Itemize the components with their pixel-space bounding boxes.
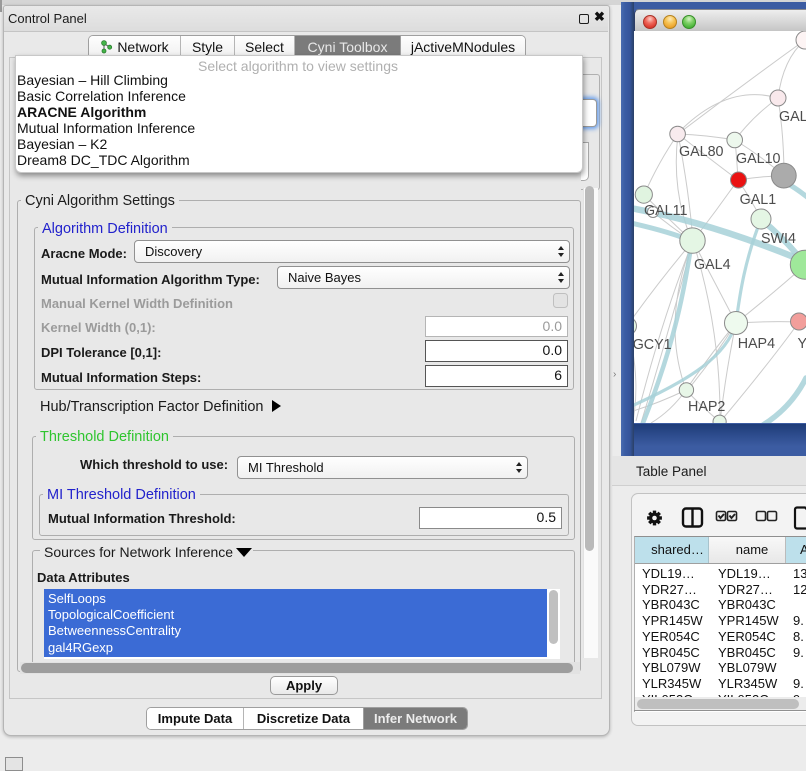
svg-text:GAL7: GAL7: [779, 109, 806, 125]
svg-text:GAL4: GAL4: [694, 257, 731, 273]
svg-text:SWI4: SWI4: [761, 231, 796, 247]
svg-text:GAL1: GAL1: [740, 192, 777, 208]
svg-text:GAL10: GAL10: [736, 151, 781, 167]
svg-text:HAP4: HAP4: [738, 336, 775, 352]
svg-text:GCY1: GCY1: [634, 337, 672, 353]
svg-text:Y: Y: [798, 336, 806, 352]
svg-text:GAL80: GAL80: [679, 144, 724, 160]
svg-text:GAL11: GAL11: [644, 203, 687, 219]
svg-text:HAP2: HAP2: [688, 399, 725, 415]
